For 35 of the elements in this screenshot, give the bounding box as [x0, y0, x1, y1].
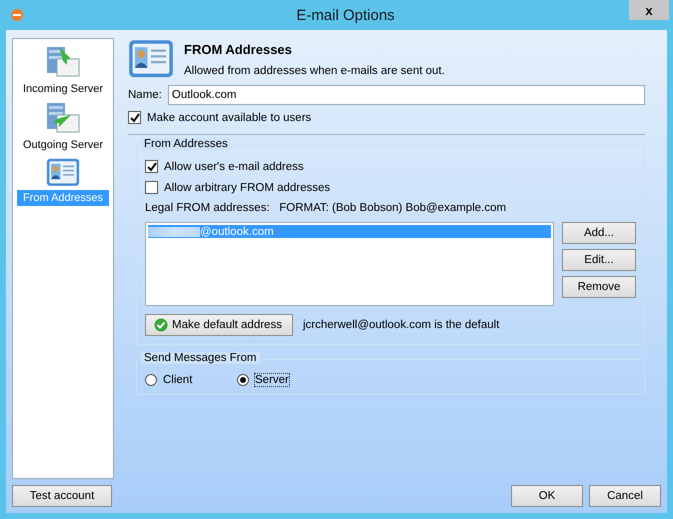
group-title: From Addresses	[141, 138, 231, 150]
default-address-note: jcrcherwell@outlook.com is the default	[303, 319, 500, 332]
radio-label: Client	[163, 374, 192, 386]
list-action-button[interactable]: Edit...	[562, 249, 636, 272]
checkbox-label: Allow user's e-mail address	[164, 160, 304, 173]
checkbox-label: Make account available to users	[147, 112, 312, 124]
dialog-button[interactable]: OK	[511, 485, 583, 507]
section-title: FROM Addresses	[184, 42, 293, 57]
list-action-button[interactable]: Add...	[562, 222, 636, 244]
name-field[interactable]: Outlook.com	[168, 85, 645, 106]
group-title: Send Messages From	[141, 352, 260, 364]
close-button[interactable]: x	[629, 0, 669, 20]
server-incoming-mail-icon	[45, 45, 81, 79]
checkbox-label: Allow arbitrary FROM addresses	[164, 182, 330, 194]
server-outgoing-mail-icon	[45, 101, 81, 135]
sidebar-item[interactable]: Incoming Server	[17, 81, 109, 97]
checkbox[interactable]	[145, 181, 158, 194]
radio-label: Server	[255, 374, 289, 386]
field-label: Name:	[128, 89, 162, 102]
checkbox[interactable]	[128, 111, 141, 124]
radio-button[interactable]	[145, 374, 157, 386]
make-default-button[interactable]: Make default address	[145, 314, 293, 336]
checkbox[interactable]	[145, 160, 158, 174]
list-action-button[interactable]: Remove	[562, 276, 636, 298]
section-description: Allowed from addresses when e-mails are sent out.	[184, 65, 445, 77]
window-title: E-mail Options	[296, 6, 395, 24]
sidebar-item[interactable]: Outgoing Server	[17, 137, 109, 153]
app-logo-icon	[10, 8, 24, 22]
contact-card-icon	[46, 157, 80, 188]
contact-card-icon	[128, 38, 174, 80]
list-label: Legal FROM addresses: FORMAT: (Bob Bobson) Bob@example.com	[145, 202, 508, 214]
dialog-button[interactable]: Cancel	[589, 485, 661, 507]
radio-button[interactable]	[237, 374, 249, 386]
check-circle-icon	[154, 318, 168, 332]
test-account-button[interactable]: Test account	[12, 485, 112, 507]
